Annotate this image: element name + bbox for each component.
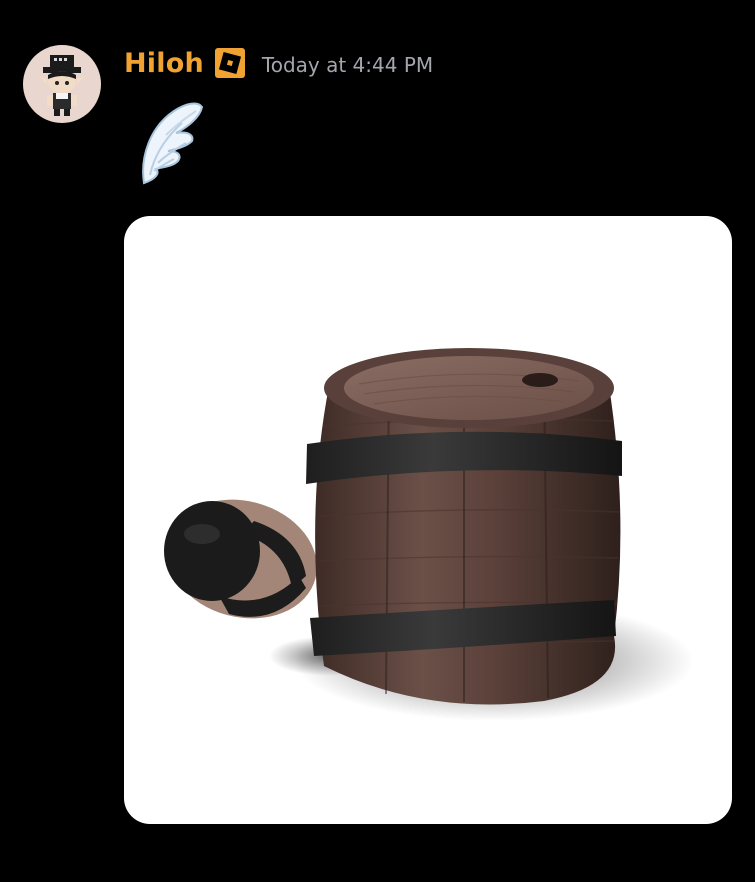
message-header: Hiloh Today at 4:44 PM [124,43,433,83]
chat-message-view: Hiloh Today at 4:44 PM [0,0,755,882]
user-avatar[interactable] [23,45,101,123]
image-attachment[interactable] [124,216,732,824]
username[interactable]: Hiloh [124,48,204,79]
angel-wing-emoji[interactable] [136,97,206,189]
roblox-logo-icon [212,45,248,81]
message-timestamp: Today at 4:44 PM [261,53,434,77]
character-avatar-icon [39,55,85,116]
barrel-with-tail-icon [164,348,694,721]
